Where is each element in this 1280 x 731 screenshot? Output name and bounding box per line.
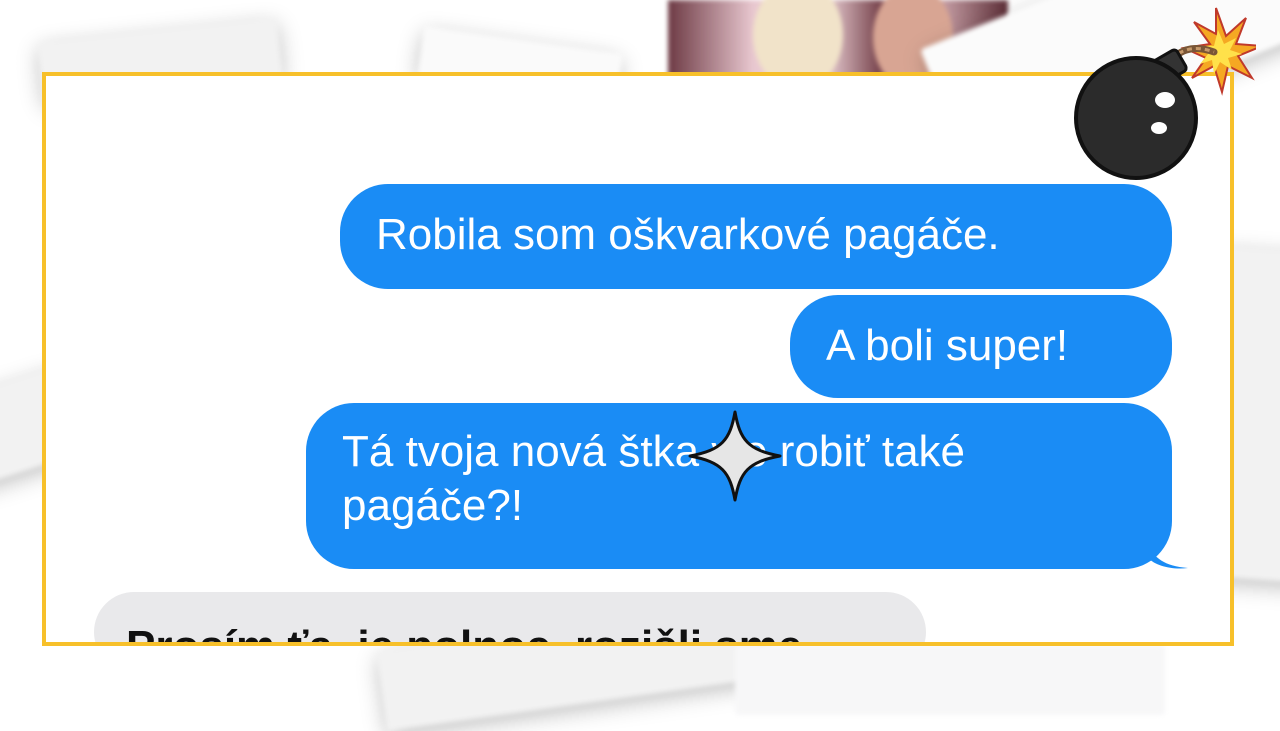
received-message-bubble: Prosím ťa, je polnoc, rozišli sme (94, 592, 926, 642)
sparkle-icon (688, 410, 782, 502)
message-text: A boli super! (826, 321, 1069, 370)
chat-screenshot-frame: Robila som oškvarkové pagáče. A boli sup… (42, 72, 1234, 646)
bubble-tail-icon (1148, 544, 1188, 569)
sent-message-bubble: Robila som oškvarkové pagáče. (340, 184, 1172, 289)
bomb-icon (1074, 7, 1256, 180)
background-comment-card (735, 645, 1165, 715)
sent-message-bubble: A boli super! (790, 295, 1172, 398)
message-text: Prosím ťa, je polnoc, rozišli sme (126, 622, 802, 642)
message-text: Robila som oškvarkové pagáče. (376, 210, 1000, 259)
message-text: Tá tvoja nová št⁠ka vie robiť také pagáč… (342, 427, 966, 530)
